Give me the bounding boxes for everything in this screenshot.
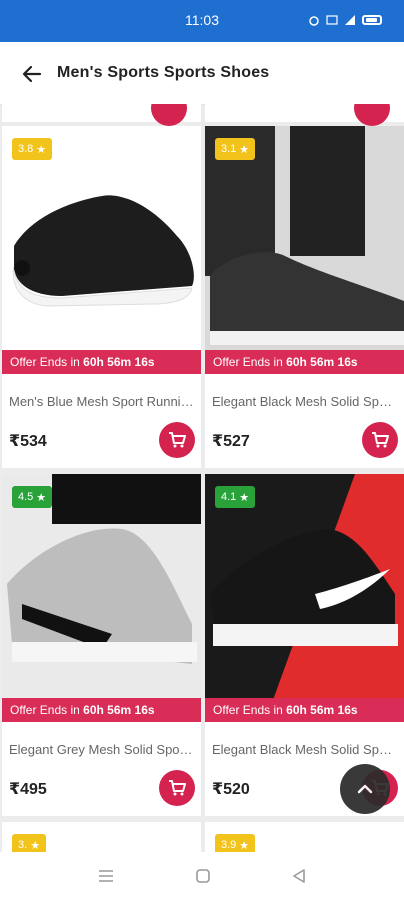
status-icons	[308, 14, 382, 26]
product-price: ₹520	[212, 781, 250, 798]
product-price: ₹534	[9, 433, 47, 450]
app-bar: Men's Sports Sports Shoes	[0, 42, 404, 105]
add-to-cart-button[interactable]	[362, 422, 398, 458]
offer-label: Offer Ends in	[213, 703, 283, 717]
offer-banner: Offer Ends in 60h 56m 16s	[2, 350, 201, 374]
product-image[interactable]: 4.5 ★ Offer Ends in 60h 56m 16s	[2, 474, 201, 722]
rating-badge: 4.1 ★	[215, 486, 256, 508]
product-card[interactable]: 3.8 ★ Offer Ends in 60h 56m 16s Men's Bl…	[2, 126, 201, 468]
page-title: Men's Sports Sports Shoes	[57, 64, 270, 81]
shoe-image-icon	[205, 474, 404, 722]
cart-icon	[372, 432, 389, 448]
shoe-image-icon	[205, 126, 404, 374]
product-image[interactable]: 3.1 ★ Offer Ends in 60h 56m 16s	[205, 126, 404, 374]
rating-value: 3.8	[18, 143, 34, 155]
home-icon[interactable]	[195, 868, 211, 884]
offer-label: Offer Ends in	[10, 703, 80, 717]
add-to-cart-button[interactable]	[159, 422, 195, 458]
system-nav-bar	[0, 852, 404, 900]
offer-countdown: 60h 56m 16s	[286, 355, 358, 369]
back-arrow-icon[interactable]	[20, 62, 44, 86]
volte-icon	[326, 15, 338, 25]
shoe-image-icon	[2, 474, 201, 722]
rating-value: 3.9	[221, 839, 237, 851]
add-to-cart-button[interactable]	[159, 770, 195, 806]
star-icon: ★	[239, 143, 250, 156]
rating-badge: 3. ★	[12, 834, 47, 852]
product-name[interactable]: Elegant Grey Mesh Solid Sports Shoes	[9, 742, 195, 757]
rating-value: 4.5	[18, 491, 34, 503]
shoe-image-icon	[2, 126, 201, 374]
rating-value: 4.1	[221, 491, 237, 503]
product-card-partial[interactable]: 3. ★	[2, 822, 201, 852]
add-to-cart-button[interactable]	[151, 104, 187, 126]
offer-countdown: 60h 56m 16s	[286, 703, 358, 717]
product-card-partial[interactable]: 3.9 ★	[205, 822, 404, 852]
offer-label: Offer Ends in	[10, 355, 80, 369]
alarm-icon	[309, 16, 319, 26]
chevron-up-icon	[357, 784, 373, 794]
star-icon: ★	[36, 143, 47, 156]
back-icon[interactable]	[291, 868, 307, 884]
offer-banner: Offer Ends in 60h 56m 16s	[2, 698, 201, 722]
offer-countdown: 60h 56m 16s	[83, 703, 155, 717]
rating-value: 3.	[18, 839, 28, 851]
product-name[interactable]: Elegant Black Mesh Solid Sports Shoes	[212, 742, 398, 757]
product-price: ₹527	[212, 433, 250, 450]
star-icon: ★	[239, 839, 250, 852]
product-price: ₹495	[9, 781, 47, 798]
product-name[interactable]: Men's Blue Mesh Sport Running Shoes	[9, 394, 195, 409]
scroll-to-top-button[interactable]	[340, 764, 390, 814]
rating-badge: 4.5 ★	[12, 486, 53, 508]
product-card[interactable]: 4.5 ★ Offer Ends in 60h 56m 16s Elegant …	[2, 474, 201, 816]
product-card[interactable]: 4.1 ★ Offer Ends in 60h 56m 16s Elegant …	[205, 474, 404, 816]
cart-icon	[169, 780, 186, 796]
star-icon: ★	[36, 491, 47, 504]
offer-countdown: 60h 56m 16s	[83, 355, 155, 369]
offer-banner: Offer Ends in 60h 56m 16s	[205, 350, 404, 374]
cart-icon	[169, 432, 186, 448]
product-card[interactable]: 3.1 ★ Offer Ends in 60h 56m 16s Elegant …	[205, 126, 404, 468]
status-bar: 11:03	[0, 0, 404, 42]
rating-badge: 3.1 ★	[215, 138, 256, 160]
battery-icon	[362, 15, 382, 25]
product-grid[interactable]: 3.8 ★ Offer Ends in 60h 56m 16s Men's Bl…	[0, 104, 404, 852]
menu-icon[interactable]	[98, 868, 114, 884]
rating-badge: 3.9 ★	[215, 834, 256, 852]
product-image[interactable]: 3.8 ★ Offer Ends in 60h 56m 16s	[2, 126, 201, 374]
product-card-partial[interactable]	[205, 104, 404, 126]
add-to-cart-button[interactable]	[354, 104, 390, 126]
product-card-partial[interactable]	[2, 104, 201, 126]
signal-icon	[345, 15, 355, 25]
star-icon: ★	[30, 839, 41, 852]
offer-label: Offer Ends in	[213, 355, 283, 369]
rating-value: 3.1	[221, 143, 237, 155]
offer-banner: Offer Ends in 60h 56m 16s	[205, 698, 404, 722]
product-image[interactable]: 4.1 ★ Offer Ends in 60h 56m 16s	[205, 474, 404, 722]
star-icon: ★	[239, 491, 250, 504]
rating-badge: 3.8 ★	[12, 138, 53, 160]
product-name[interactable]: Elegant Black Mesh Solid Sports Shoes	[212, 394, 398, 409]
